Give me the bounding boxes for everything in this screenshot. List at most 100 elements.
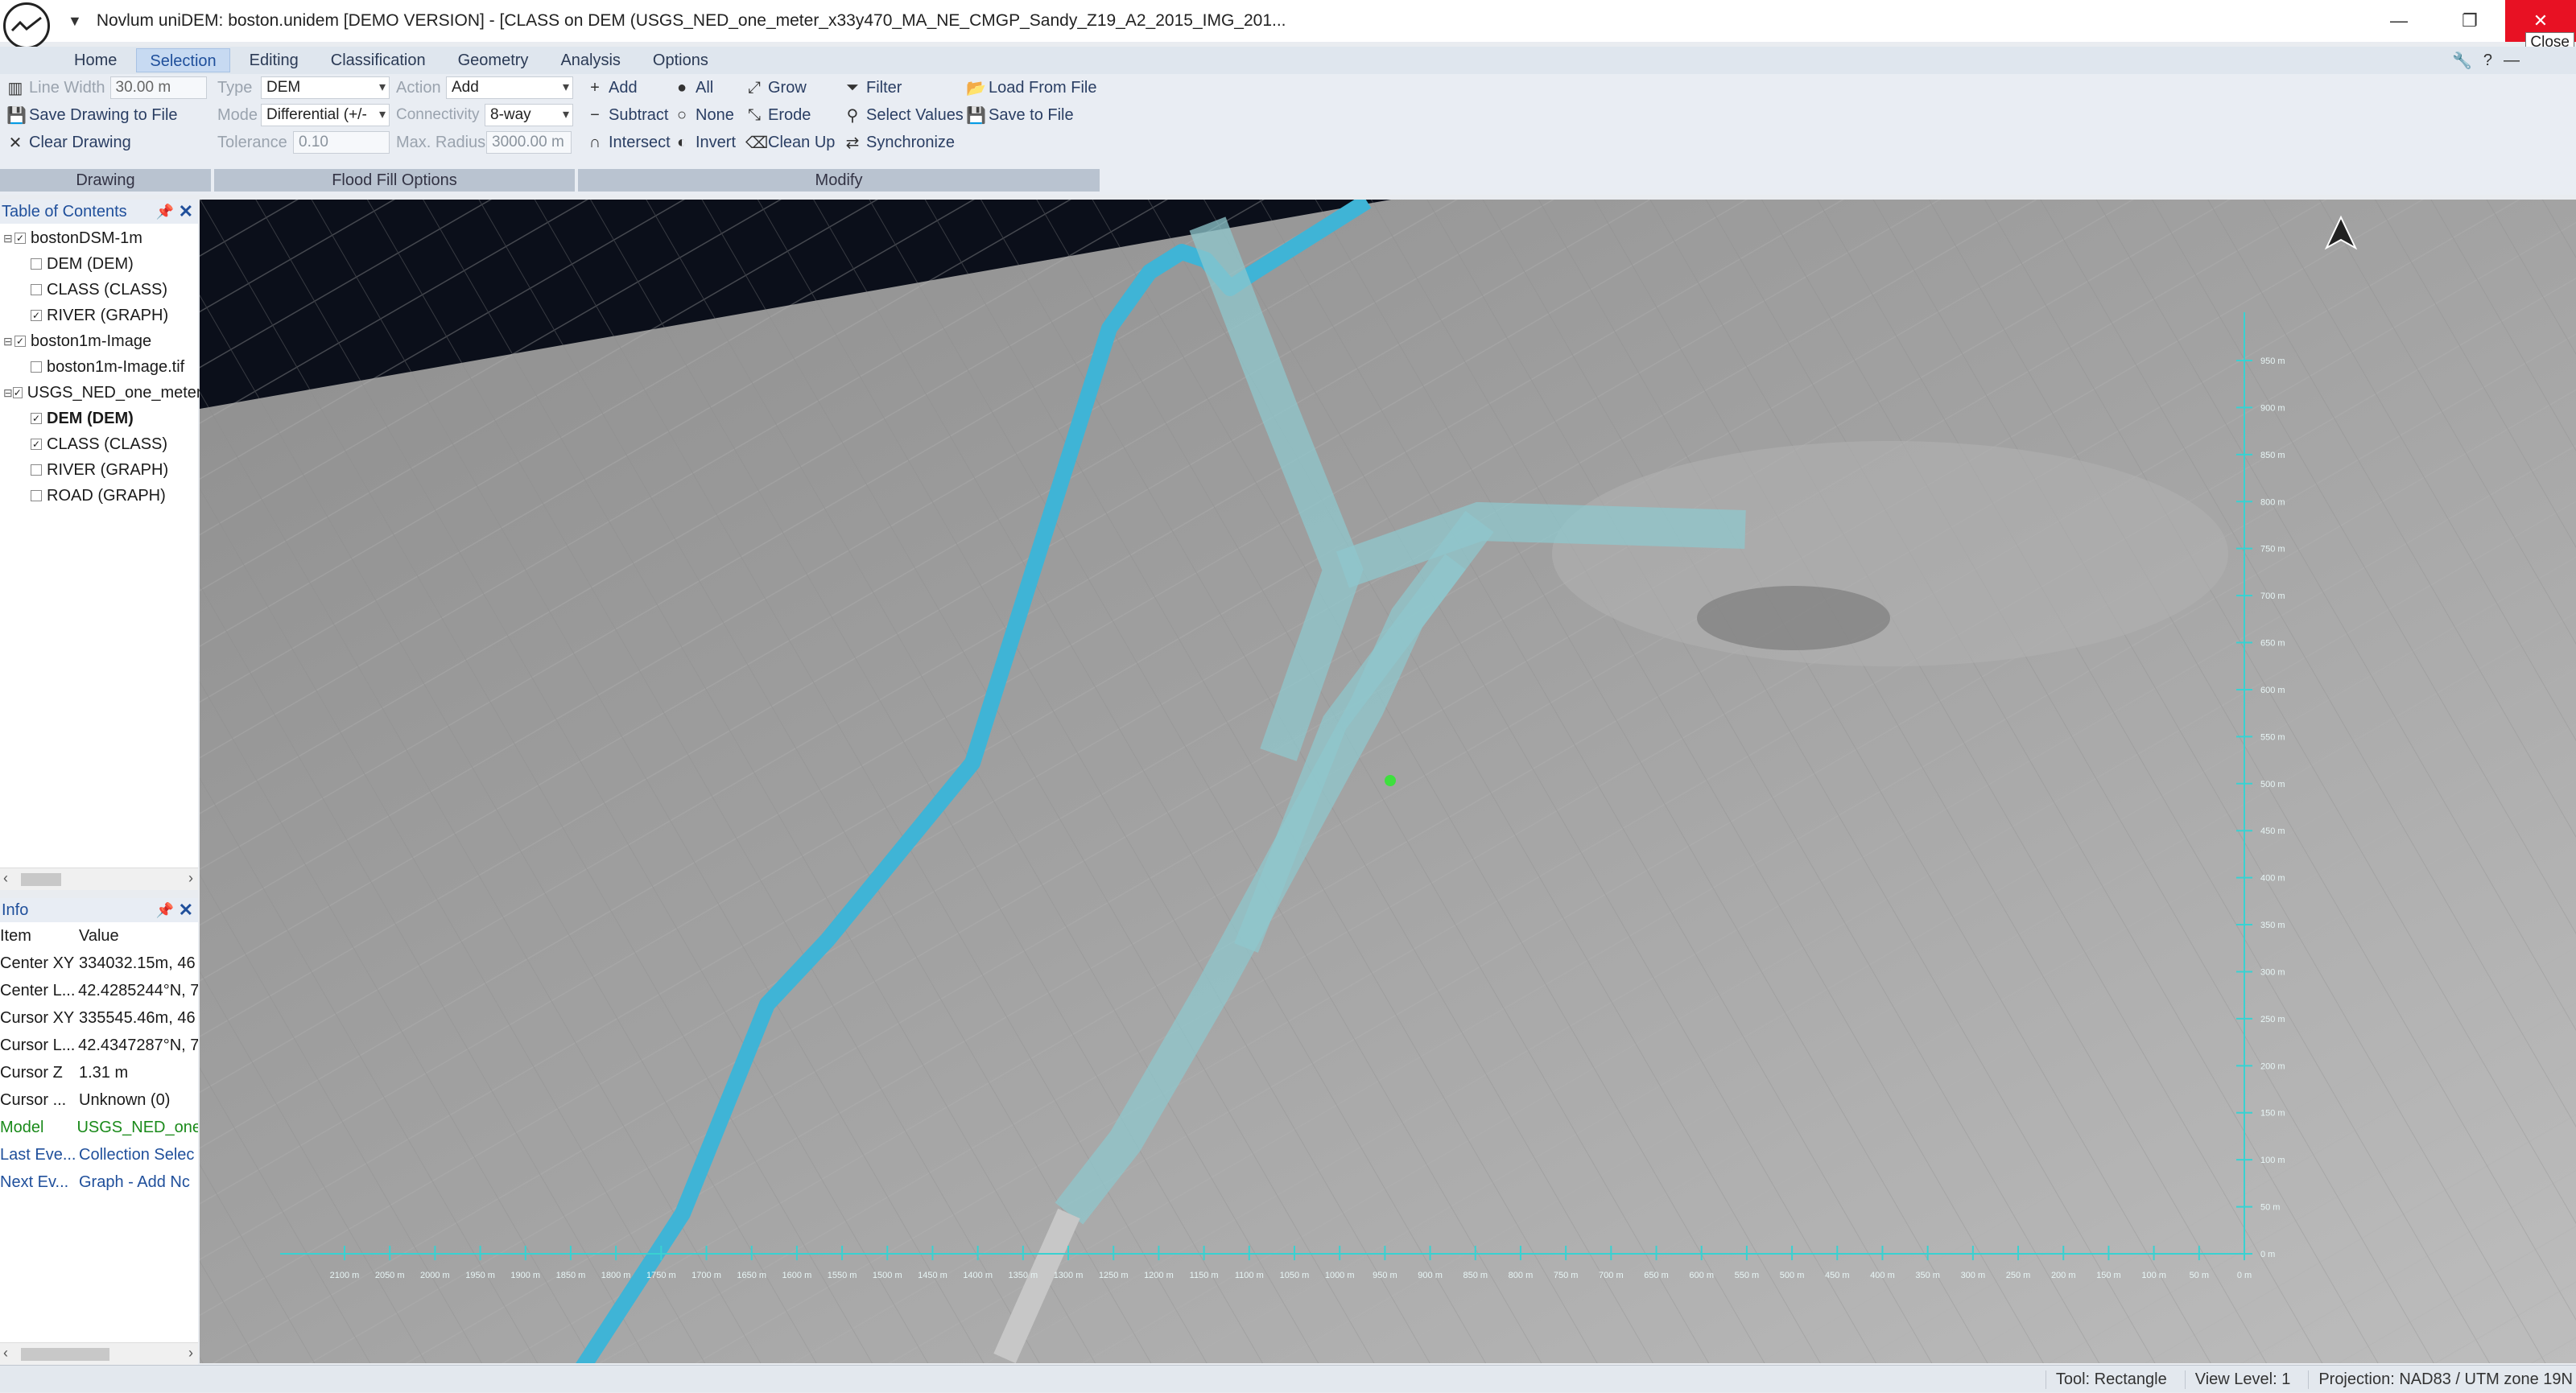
select-values-button[interactable]: ⚲ Select Values xyxy=(844,103,964,127)
subtract-button[interactable]: − Subtract xyxy=(586,103,668,127)
layer-checkbox[interactable]: ✓ xyxy=(31,310,42,321)
flood-fill-group: Type DEM Action Add Mode Differential (+… xyxy=(214,74,575,193)
tab-geometry[interactable]: Geometry xyxy=(445,48,542,72)
grow-icon: ⤢ xyxy=(748,78,761,97)
y-tick-label: 150 m xyxy=(2260,1109,2285,1119)
tab-options[interactable]: Options xyxy=(640,48,721,72)
tab-analysis[interactable]: Analysis xyxy=(547,48,633,72)
toc-item[interactable]: ✓ CLASS (CLASS) xyxy=(0,431,198,457)
toc-item[interactable]: RIVER (GRAPH) xyxy=(0,457,198,483)
type-label: Type xyxy=(217,78,253,97)
tab-home[interactable]: Home xyxy=(61,48,130,72)
tab-editing[interactable]: Editing xyxy=(237,48,312,72)
filter-button[interactable]: ⏷ Filter xyxy=(844,76,902,100)
layer-checkbox[interactable] xyxy=(31,284,42,295)
restore-button[interactable]: ❐ xyxy=(2434,0,2505,42)
collapse-icon[interactable]: ⊟ xyxy=(3,225,14,251)
toc-scrollbar[interactable]: ‹ › xyxy=(0,868,198,890)
minimize-button[interactable]: — xyxy=(2363,0,2434,42)
toc-item[interactable]: ⊟ ✓ boston1m-Image xyxy=(0,328,198,354)
mode-dropdown[interactable]: Differential (+/- xyxy=(261,104,390,126)
terrain-render[interactable]: 2100 m 2050 m 2000 m 1950 m 1900 m 1850 m 1800… xyxy=(200,200,2576,1363)
connectivity-dropdown[interactable]: 8-way xyxy=(485,104,573,126)
clear-drawing-button[interactable]: ✕ Clear Drawing xyxy=(6,130,131,155)
erode-button[interactable]: ⤡ Erode xyxy=(745,103,811,127)
layer-checkbox[interactable] xyxy=(31,258,42,270)
toc-item[interactable]: ✓ RIVER (GRAPH) xyxy=(0,303,198,328)
line-width-label: Line Width xyxy=(29,78,105,97)
pin-icon[interactable]: 📌 xyxy=(156,200,174,224)
magnifier-icon: ⚲ xyxy=(846,106,859,125)
x-tick-label: 0 m xyxy=(2237,1271,2252,1280)
type-dropdown[interactable]: DEM xyxy=(261,76,390,99)
layer-checkbox[interactable] xyxy=(31,361,42,373)
info-scrollbar[interactable]: ‹ › xyxy=(0,1342,198,1365)
toc-item-label: CLASS (CLASS) xyxy=(47,435,168,453)
clean-up-button[interactable]: ⌫ Clean Up xyxy=(745,130,835,155)
intersect-button[interactable]: ∩ Intersect xyxy=(586,130,671,155)
grow-button[interactable]: ⤢ Grow xyxy=(745,76,807,100)
x-tick-label: 800 m xyxy=(1509,1271,1534,1280)
toc-item[interactable]: CLASS (CLASS) xyxy=(0,277,198,303)
toc-item[interactable]: ROAD (GRAPH) xyxy=(0,483,198,509)
info-item-key: Cursor ... xyxy=(0,1090,67,1109)
select-all-button[interactable]: ● All xyxy=(673,76,713,100)
close-icon[interactable]: ✕ xyxy=(179,898,193,922)
y-tick-label: 850 m xyxy=(2260,451,2285,460)
tab-classification[interactable]: Classification xyxy=(318,48,439,72)
layer-checkbox[interactable]: ✓ xyxy=(31,439,42,450)
max-radius-input[interactable]: 3000.00 m xyxy=(486,131,572,154)
scroll-right-icon[interactable]: › xyxy=(188,1345,193,1362)
map-view[interactable]: 2100 m 2050 m 2000 m 1950 m 1900 m 1850 m 1800… xyxy=(200,200,2576,1363)
select-none-button[interactable]: ○ None xyxy=(673,103,734,127)
add-button[interactable]: + Add xyxy=(586,76,637,100)
drawing-group: ▥ Line Width 30.00 m 💾 Save Drawing to F… xyxy=(0,74,211,193)
toc-item[interactable]: ✓ DEM (DEM) xyxy=(0,406,198,431)
x-tick-label: 400 m xyxy=(1870,1271,1895,1280)
sync-icon: ⇄ xyxy=(845,134,860,152)
x-tick-label: 100 m xyxy=(2141,1271,2166,1280)
pin-icon[interactable]: 📌 xyxy=(156,898,174,922)
layer-checkbox[interactable]: ✓ xyxy=(14,336,26,347)
info-title: Info xyxy=(2,901,29,919)
quick-access-dropdown-icon[interactable]: ▼ xyxy=(68,13,82,30)
x-tick-label: 1100 m xyxy=(1235,1271,1264,1280)
collapse-icon[interactable]: ⊟ xyxy=(3,328,14,354)
table-of-contents-panel: Table of Contents 📌 ✕ ⊟ ✓ bostonDSM-1m DEM … xyxy=(0,200,202,890)
scroll-right-icon[interactable]: › xyxy=(188,870,193,887)
scroll-left-icon[interactable]: ‹ xyxy=(3,1345,8,1362)
x-tick-label: 650 m xyxy=(1644,1271,1669,1280)
save-drawing-button[interactable]: 💾 Save Drawing to File xyxy=(6,103,178,127)
line-width-input[interactable]: 30.00 m xyxy=(109,76,207,99)
tab-selection[interactable]: Selection xyxy=(136,48,230,72)
toc-item[interactable]: boston1m-Image.tif xyxy=(0,354,198,380)
action-dropdown[interactable]: Add xyxy=(446,76,573,99)
ribbon-minimize-icon[interactable]: — xyxy=(2504,52,2520,70)
toc-item[interactable]: ⊟ ✓ bostonDSM-1m xyxy=(0,225,198,251)
load-from-file-button[interactable]: 📂 Load From File xyxy=(966,76,1097,100)
collapse-icon[interactable]: ⊟ xyxy=(3,380,13,406)
synchronize-button[interactable]: ⇄ Synchronize xyxy=(844,130,955,155)
layer-checkbox[interactable]: ✓ xyxy=(31,413,42,424)
column-header-value: Value xyxy=(79,926,119,945)
close-icon[interactable]: ✕ xyxy=(179,200,193,224)
scroll-thumb[interactable] xyxy=(21,1348,109,1361)
layer-checkbox[interactable]: ✓ xyxy=(14,233,26,244)
invert-button[interactable]: ◐ Invert xyxy=(673,130,736,155)
scroll-left-icon[interactable]: ‹ xyxy=(3,870,8,887)
info-item-value: 42.4285244°N, 7 xyxy=(78,981,198,999)
tools-icon[interactable]: 🔧 xyxy=(2452,51,2472,71)
modify-group: + Add − Subtract ∩ Intersect ● All ○ None ◐ In… xyxy=(578,74,1100,193)
toc-item[interactable]: ⊟ ✓ USGS_NED_one_meter xyxy=(0,380,202,406)
toc-item[interactable]: DEM (DEM) xyxy=(0,251,198,277)
scroll-thumb[interactable] xyxy=(21,873,61,886)
layer-checkbox[interactable]: ✓ xyxy=(12,387,23,398)
title-bar: ▼ Novlum uniDEM: boston.unidem [DEMO VER… xyxy=(0,0,2576,53)
tolerance-input[interactable]: 0.10 xyxy=(293,131,390,154)
save-to-file-button[interactable]: 💾 Save to File xyxy=(966,103,1074,127)
x-tick-label: 1300 m xyxy=(1054,1271,1084,1280)
app-logo-icon[interactable] xyxy=(3,2,50,49)
layer-checkbox[interactable] xyxy=(31,490,42,501)
help-icon[interactable]: ? xyxy=(2483,52,2492,70)
layer-checkbox[interactable] xyxy=(31,464,42,476)
